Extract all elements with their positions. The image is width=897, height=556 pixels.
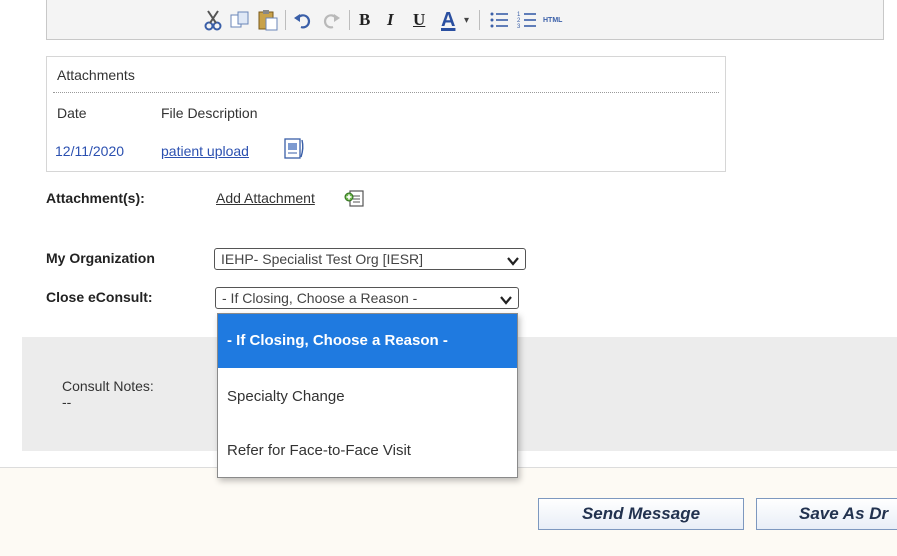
organization-select-value: IEHP- Specialist Test Org [IESR] <box>221 251 424 267</box>
add-attachment-icon[interactable] <box>344 188 366 212</box>
consult-notes-label: Consult Notes: <box>62 378 154 394</box>
chevron-down-icon <box>500 291 512 311</box>
organization-select[interactable]: IEHP- Specialist Test Org [IESR] <box>214 248 526 270</box>
attachments-panel: Attachments Date File Description 12/11/… <box>46 56 726 172</box>
column-header-file-description: File Description <box>161 105 258 121</box>
dropdown-option[interactable]: - If Closing, Choose a Reason - <box>218 314 517 368</box>
bold-icon[interactable]: B <box>359 8 370 32</box>
close-reason-select[interactable]: - If Closing, Choose a Reason - <box>215 287 519 309</box>
column-header-date: Date <box>57 105 87 121</box>
save-as-draft-button[interactable]: Save As Dr <box>756 498 897 530</box>
editor-toolbar: B I U A ▾ 123 HTML <box>46 0 884 40</box>
html-icon[interactable]: HTML <box>543 8 562 32</box>
bullet-list-icon[interactable] <box>489 8 509 32</box>
divider <box>53 92 719 93</box>
redo-icon[interactable] <box>321 8 341 32</box>
organization-label: My Organization <box>46 250 155 266</box>
consult-notes-value: -- <box>62 394 72 410</box>
close-econsult-label: Close eConsult: <box>46 289 153 305</box>
italic-icon[interactable]: I <box>387 8 394 32</box>
attachment-file-link[interactable]: patient upload <box>161 143 249 159</box>
attachments-title: Attachments <box>57 67 135 83</box>
chevron-down-icon <box>507 252 519 272</box>
dropdown-option[interactable]: Refer for Face-to-Face Visit <box>218 424 517 478</box>
font-color-icon[interactable]: A <box>441 8 455 32</box>
paste-icon[interactable] <box>257 8 279 32</box>
dropdown-option[interactable]: Specialty Change <box>218 370 517 424</box>
copy-icon[interactable] <box>229 8 251 32</box>
undo-icon[interactable] <box>293 8 313 32</box>
cut-icon[interactable] <box>203 8 223 32</box>
close-reason-dropdown-list: - If Closing, Choose a Reason - Specialt… <box>217 313 518 478</box>
svg-text:3: 3 <box>517 24 521 30</box>
document-icon[interactable] <box>283 137 305 165</box>
numbered-list-icon[interactable]: 123 <box>517 8 537 32</box>
attachment-date: 12/11/2020 <box>55 143 125 159</box>
underline-icon[interactable]: U <box>413 8 425 32</box>
attachments-label: Attachment(s): <box>46 190 145 206</box>
close-reason-select-value: - If Closing, Choose a Reason - <box>222 290 418 306</box>
send-message-button[interactable]: Send Message <box>538 498 744 530</box>
chevron-down-icon[interactable]: ▾ <box>464 8 469 32</box>
add-attachment-link[interactable]: Add Attachment <box>216 190 315 206</box>
